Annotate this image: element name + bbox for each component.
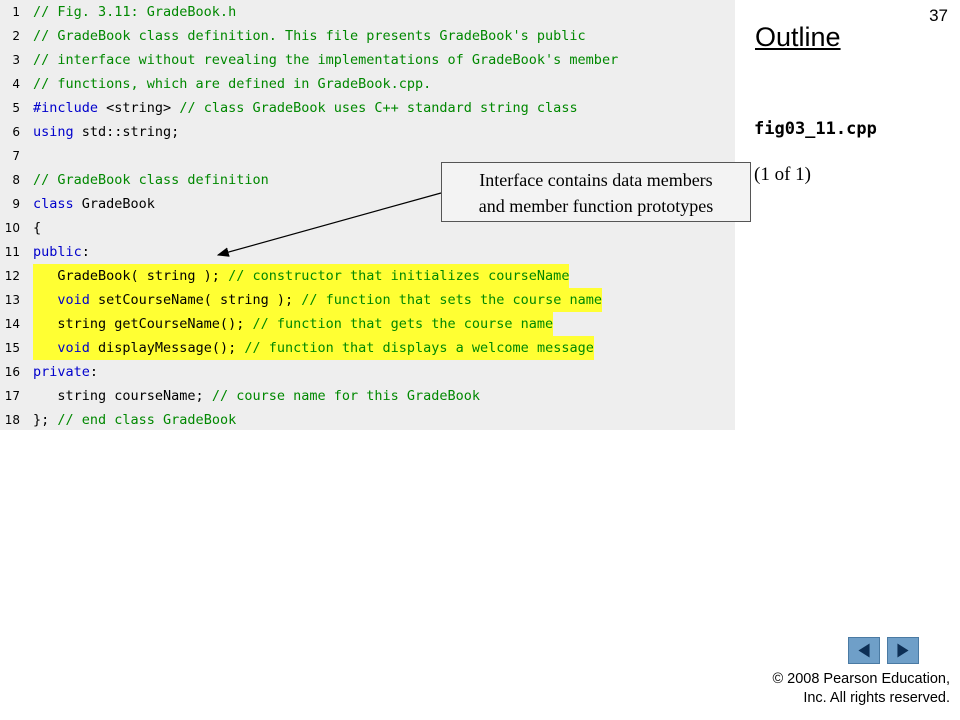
- code-line: 11 public:: [0, 240, 735, 264]
- code-token: <string>: [98, 100, 180, 116]
- code-keyword: using: [33, 124, 74, 140]
- code-token: {: [33, 220, 42, 236]
- code-line: 1 // Fig. 3.11: GradeBook.h: [0, 0, 735, 24]
- code-text: private:: [33, 360, 98, 384]
- code-token: GradeBook( string );: [33, 268, 229, 284]
- code-keyword: class: [33, 196, 74, 212]
- code-line: 13 void setCourseName( string ); // func…: [0, 288, 735, 312]
- code-token: setCourseName( string );: [89, 292, 302, 308]
- line-number: 17: [4, 389, 20, 403]
- code-keyword: void: [57, 340, 90, 356]
- code-token: };: [33, 412, 58, 428]
- code-line: 15 void displayMessage(); // function th…: [0, 336, 735, 360]
- code-token: :: [89, 364, 99, 380]
- line-number: 13: [4, 293, 20, 307]
- line-number: 15: [4, 341, 20, 355]
- code-text: string courseName; // course name for th…: [33, 384, 480, 408]
- copyright-line-1: © 2008 Pearson Education,: [772, 671, 950, 687]
- code-line: 2 // GradeBook class definition. This fil…: [0, 24, 735, 48]
- code-text: // functions, which are defined in Grade…: [33, 72, 431, 96]
- line-number: 8: [12, 173, 20, 187]
- copyright-notice: © 2008 Pearson Education, Inc. All right…: [772, 670, 950, 708]
- code-token: GradeBook: [73, 196, 155, 212]
- callout-line-2: and member function prototypes: [478, 196, 714, 216]
- code-comment: // end class GradeBook: [57, 412, 237, 428]
- code-comment: // Fig. 3.11: GradeBook.h: [33, 4, 237, 20]
- page-indicator: (1 of 1): [754, 164, 811, 185]
- line-number: 1: [12, 5, 20, 19]
- code-text: GradeBook( string ); // constructor that…: [33, 264, 570, 288]
- code-line: 14 string getCourseName(); // function t…: [0, 312, 735, 336]
- line-number: 10: [4, 221, 20, 235]
- code-text: }; // end class GradeBook: [33, 408, 236, 432]
- outline-heading[interactable]: Outline: [755, 22, 841, 53]
- code-token: displayMessage();: [89, 340, 245, 356]
- line-number: 12: [4, 269, 20, 283]
- line-number: 18: [4, 413, 20, 427]
- code-text: string getCourseName(); // function that…: [33, 312, 554, 336]
- callout-box: Interface contains data members and memb…: [441, 162, 751, 222]
- code-keyword: void: [57, 292, 90, 308]
- code-keyword: private: [33, 364, 90, 380]
- next-slide-button[interactable]: [887, 637, 919, 664]
- triangle-left-icon: [858, 643, 870, 658]
- callout-line-1: Interface contains data members: [479, 170, 713, 190]
- code-keyword: public: [33, 244, 82, 260]
- code-line: 3 // interface without revealing the impl…: [0, 48, 735, 72]
- line-number: 11: [4, 245, 20, 259]
- line-number: 2: [12, 29, 20, 43]
- code-text: // Fig. 3.11: GradeBook.h: [33, 0, 236, 24]
- code-line: 12 GradeBook( string ); // constructor t…: [0, 264, 735, 288]
- code-comment: // functions, which are defined in Grade…: [33, 76, 432, 92]
- code-text: public:: [33, 240, 90, 264]
- code-comment: // GradeBook class definition: [33, 172, 269, 188]
- code-line: 4 // functions, which are defined in Grad…: [0, 72, 735, 96]
- previous-slide-button[interactable]: [848, 637, 880, 664]
- line-number: 7: [12, 149, 20, 163]
- file-name: fig03_11.cpp: [754, 119, 877, 139]
- code-text: class GradeBook: [33, 192, 155, 216]
- code-token: std::string;: [73, 124, 180, 140]
- code-comment: // interface without revealing the imple…: [33, 52, 619, 68]
- code-text: // interface without revealing the imple…: [33, 48, 618, 72]
- line-number: 6: [12, 125, 20, 139]
- code-comment: // function that gets the course name: [252, 316, 554, 332]
- code-comment: // course name for this GradeBook: [211, 388, 481, 404]
- line-number: 14: [4, 317, 20, 331]
- code-token: string getCourseName();: [33, 316, 253, 332]
- code-text: // GradeBook class definition: [33, 168, 269, 192]
- line-number: 3: [12, 53, 20, 67]
- code-text: void displayMessage(); // function that …: [33, 336, 594, 360]
- code-text: void setCourseName( string ); // functio…: [33, 288, 602, 312]
- code-comment: // function that sets the course name: [301, 292, 602, 308]
- code-comment: // function that displays a welcome mess…: [244, 340, 594, 356]
- code-text: using std::string;: [33, 120, 179, 144]
- slide-number: 37: [929, 6, 948, 25]
- line-number: 4: [12, 77, 20, 91]
- code-line: 6 using std::string;: [0, 120, 735, 144]
- code-line: 16 private:: [0, 360, 735, 384]
- code-text: #include <string> // class GradeBook use…: [33, 96, 578, 120]
- code-comment: // GradeBook class definition. This file…: [33, 28, 586, 44]
- copyright-line-2: Inc. All rights reserved.: [803, 690, 950, 706]
- code-token: string courseName;: [33, 388, 212, 404]
- code-comment: // class GradeBook uses C++ standard str…: [179, 100, 578, 116]
- line-number: 9: [12, 197, 20, 211]
- code-comment: // constructor that initializes courseNa…: [228, 268, 570, 284]
- triangle-right-icon: [897, 643, 909, 658]
- line-number: 16: [4, 365, 20, 379]
- code-text: // GradeBook class definition. This file…: [33, 24, 586, 48]
- line-number: 5: [12, 101, 20, 115]
- code-keyword: #include: [33, 100, 99, 116]
- code-text: {: [33, 216, 41, 240]
- code-line: 5 #include <string> // class GradeBook us…: [0, 96, 735, 120]
- code-token: :: [81, 244, 90, 260]
- code-line: 18}; // end class GradeBook: [0, 408, 735, 432]
- code-line: 17 string courseName; // course name for…: [0, 384, 735, 408]
